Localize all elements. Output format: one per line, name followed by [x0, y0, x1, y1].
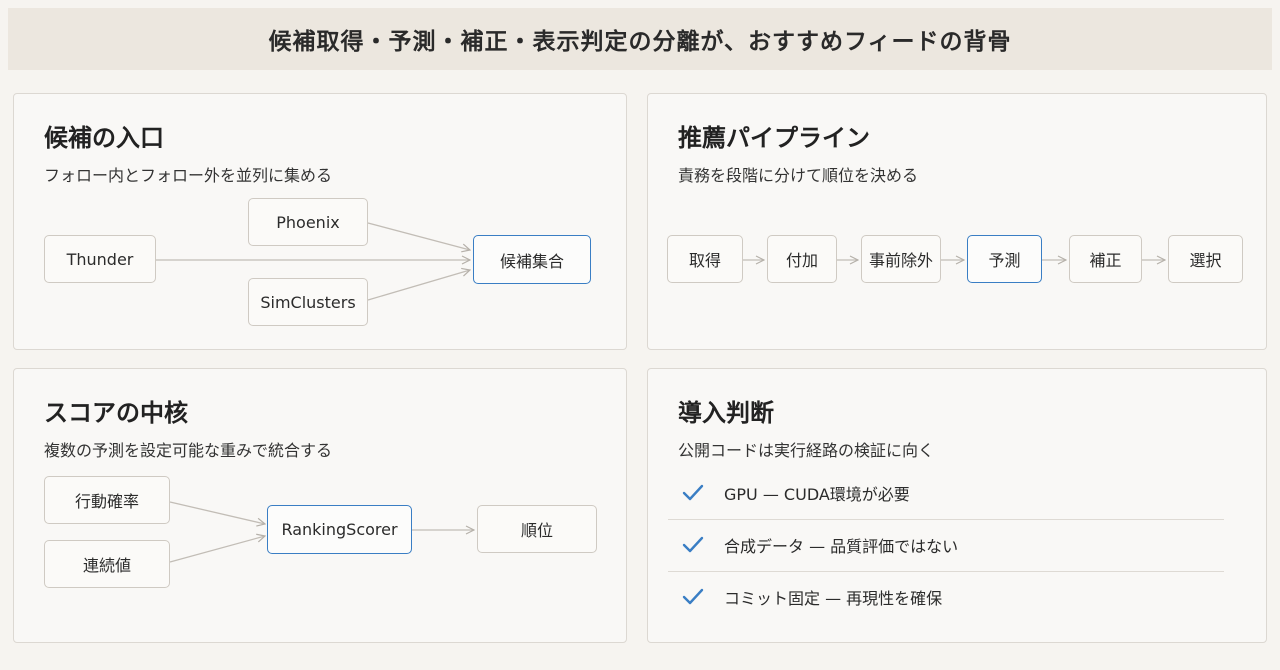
adoption-item-text: GPU — CUDA環境が必要 — [724, 485, 910, 504]
page-title: 候補取得・予測・補正・表示判定の分離が、おすすめフィードの背骨 — [268, 29, 1012, 55]
node-thunder: Thunder — [44, 235, 156, 283]
pipeline-step: 事前除外 — [861, 235, 941, 283]
candidates-panel: 候補の入口 フォロー内とフォロー外を並列に集める Thunder Phoenix… — [13, 93, 627, 350]
node-action-probability: 行動確率 — [44, 476, 170, 524]
node-rank: 順位 — [477, 505, 597, 553]
arrow-action-to-scorer — [169, 501, 265, 524]
score-panel: スコアの中核 複数の予測を設定可能な重みで統合する 行動確率 連続値 Ranki… — [13, 368, 627, 643]
pipeline-panel: 推薦パイプライン 責務を段階に分けて順位を決める 取得 付加 事前除外 予測 補… — [647, 93, 1267, 350]
node-candidate-set: 候補集合 — [473, 235, 591, 284]
adoption-subtitle: 公開コードは実行経路の検証に向く — [678, 441, 935, 460]
pipeline-step: 補正 — [1069, 235, 1142, 283]
adoption-item: GPU — CUDA環境が必要 — [668, 467, 1224, 520]
arrow-phoenix-to-set — [367, 222, 470, 250]
pipeline-step: 選択 — [1168, 235, 1243, 283]
check-icon — [668, 535, 718, 555]
adoption-item: コミット固定 — 再現性を確保 — [668, 571, 1224, 623]
adoption-panel: 導入判断 公開コードは実行経路の検証に向く GPU — CUDA環境が必要 合成… — [647, 368, 1267, 643]
pipeline-step-predict: 予測 — [967, 235, 1042, 283]
check-icon — [668, 483, 718, 503]
adoption-item: 合成データ — 品質評価ではない — [668, 519, 1224, 572]
adoption-item-text: 合成データ — 品質評価ではない — [724, 537, 959, 556]
pipeline-step: 取得 — [667, 235, 743, 283]
adoption-item-text: コミット固定 — 再現性を確保 — [724, 589, 943, 608]
node-phoenix: Phoenix — [248, 198, 368, 246]
check-icon — [668, 587, 718, 607]
page-title-banner: 候補取得・予測・補正・表示判定の分離が、おすすめフィードの背骨 — [8, 8, 1272, 70]
pipeline-arrows — [743, 94, 1268, 351]
arrow-simclusters-to-set — [367, 270, 470, 301]
adoption-title: 導入判断 — [678, 399, 774, 427]
node-ranking-scorer: RankingScorer — [267, 505, 412, 554]
pipeline-step: 付加 — [767, 235, 837, 283]
arrow-continuous-to-scorer — [169, 536, 265, 563]
node-continuous-value: 連続値 — [44, 540, 170, 588]
node-simclusters: SimClusters — [248, 278, 368, 326]
